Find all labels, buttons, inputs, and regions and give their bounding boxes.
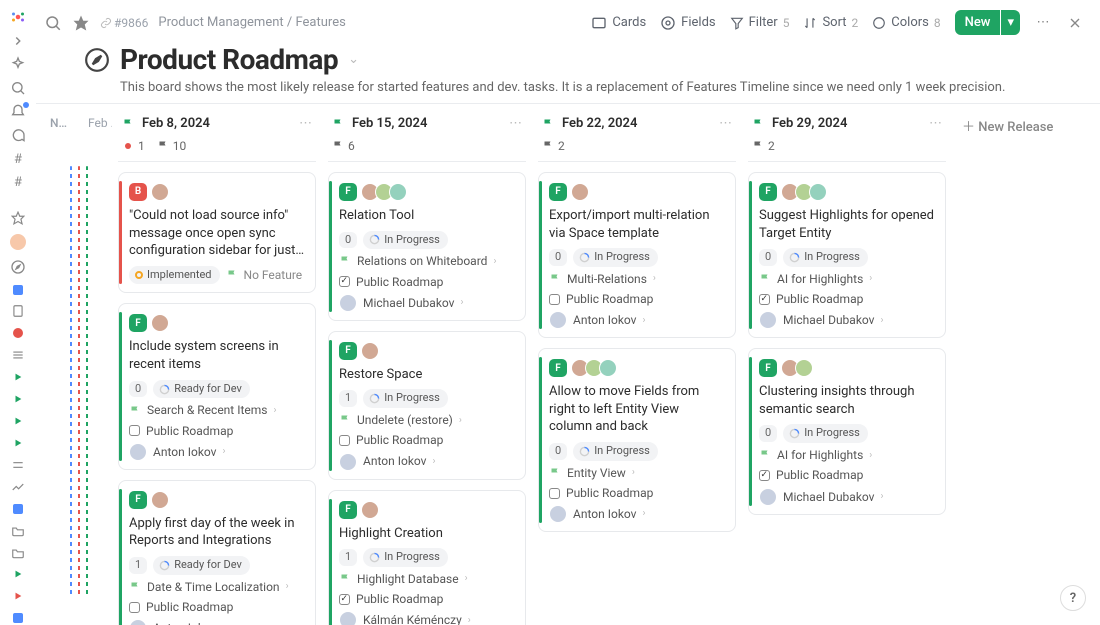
star-icon[interactable]: [9, 211, 27, 225]
card[interactable]: F Highlight Creation1 In Progress Highli…: [328, 490, 526, 625]
play-green4-icon[interactable]: [9, 436, 27, 450]
filter-button[interactable]: Filter5: [730, 15, 790, 30]
sort-button[interactable]: Sort2: [803, 15, 858, 30]
page-subtitle: This board shows the most likely release…: [120, 80, 1100, 95]
card[interactable]: F Restore Space1 In Progress Undelete (r…: [328, 331, 526, 480]
title-area: Product Roadmap ⌄ This board shows the m…: [36, 41, 1100, 103]
sq-blue3-icon[interactable]: [9, 611, 27, 625]
hash-icon[interactable]: #: [9, 152, 27, 167]
close-icon[interactable]: [1066, 14, 1084, 32]
column-stats: 2: [748, 135, 946, 162]
column: Feb 8, 2024 ⋯ 1 10 B "Could not load sou…: [118, 114, 316, 625]
folder2-icon[interactable]: [9, 546, 27, 560]
no-release-col: No R… Feb …: [44, 104, 114, 625]
card[interactable]: F Allow to move Fields from right to lef…: [538, 348, 736, 532]
column: Feb 15, 2024 ⋯ 6 F Relation Tool0 In Pro…: [328, 114, 526, 625]
play-green2-icon[interactable]: [9, 392, 27, 406]
hash-icon-2[interactable]: #: [9, 175, 27, 190]
new-button[interactable]: New▾: [955, 10, 1020, 35]
logo-icon[interactable]: [9, 8, 27, 26]
bell-icon[interactable]: [9, 104, 27, 120]
app-rail: # #: [0, 0, 36, 625]
column: Feb 29, 2024 ⋯ 2 F Suggest Highlights fo…: [748, 114, 946, 625]
flag-icon: [332, 118, 344, 130]
more-icon[interactable]: ⋯: [509, 116, 522, 131]
flag-icon: [752, 118, 764, 130]
sq-blue2-icon[interactable]: [9, 502, 27, 516]
more-icon[interactable]: ⋯: [299, 116, 312, 131]
list-icon[interactable]: [9, 348, 27, 362]
folder-icon[interactable]: [9, 524, 27, 538]
avatar-icon[interactable]: [9, 233, 27, 251]
new-column-button[interactable]: ＋ New Release: [958, 114, 1098, 139]
play-green5-icon[interactable]: [9, 568, 27, 582]
fields-button[interactable]: Fields: [660, 15, 715, 31]
sparkle-icon[interactable]: [9, 56, 27, 72]
cards-button[interactable]: Cards: [591, 15, 646, 31]
chevron-right-icon[interactable]: [9, 34, 27, 48]
chart-icon[interactable]: [9, 480, 27, 494]
play-green-icon[interactable]: [9, 370, 27, 384]
menu-icon[interactable]: [9, 458, 27, 472]
card[interactable]: F Export/import multi-relation via Space…: [538, 172, 736, 338]
flag-icon: [122, 118, 134, 130]
more-icon[interactable]: ⋯: [929, 116, 942, 131]
column-stats: 6: [328, 135, 526, 162]
column: Feb 22, 2024 ⋯ 2 F Export/import multi-r…: [538, 114, 736, 625]
compass-icon[interactable]: [9, 259, 27, 275]
doc-icon[interactable]: [9, 304, 27, 318]
chevron-down-icon[interactable]: ⌄: [348, 52, 359, 67]
play-red-icon[interactable]: [9, 589, 27, 603]
column-header[interactable]: Feb 8, 2024 ⋯: [118, 114, 316, 135]
column-header[interactable]: Feb 29, 2024 ⋯: [748, 114, 946, 135]
card[interactable]: B "Could not load source info" message o…: [118, 172, 316, 293]
square-blue-icon[interactable]: [9, 283, 27, 297]
search-icon[interactable]: [44, 14, 62, 32]
column-header[interactable]: Feb 15, 2024 ⋯: [328, 114, 526, 135]
star-icon[interactable]: [72, 14, 90, 32]
card[interactable]: F Clustering insights through semantic s…: [748, 348, 946, 514]
chevron-down-icon[interactable]: ▾: [1001, 10, 1020, 35]
help-button[interactable]: ?: [1060, 585, 1086, 611]
compass-icon: [84, 47, 110, 73]
column-header[interactable]: Feb 22, 2024 ⋯: [538, 114, 736, 135]
chat-icon[interactable]: [9, 128, 27, 144]
more-icon[interactable]: ⋯: [1034, 14, 1052, 32]
card[interactable]: F Apply first day of the week in Reports…: [118, 480, 316, 625]
more-icon[interactable]: ⋯: [719, 116, 732, 131]
card[interactable]: F Suggest Highlights for opened Target E…: [748, 172, 946, 338]
dot-red-icon[interactable]: [9, 326, 27, 340]
colors-button[interactable]: Colors8: [872, 15, 940, 30]
breadcrumb[interactable]: Product Management / Features: [158, 15, 345, 30]
play-green3-icon[interactable]: [9, 414, 27, 428]
column-stats: 2: [538, 135, 736, 162]
search-icon[interactable]: [9, 80, 27, 96]
flag-icon: [542, 118, 554, 130]
topbar: #9866 Product Management / Features Card…: [36, 0, 1100, 41]
card[interactable]: F Include system screens in recent items…: [118, 303, 316, 469]
page-title[interactable]: Product Roadmap: [120, 43, 338, 76]
column-stats: 1 10: [118, 135, 316, 162]
entity-code[interactable]: #9866: [100, 16, 148, 30]
card[interactable]: F Relation Tool0 In Progress Relations o…: [328, 172, 526, 321]
